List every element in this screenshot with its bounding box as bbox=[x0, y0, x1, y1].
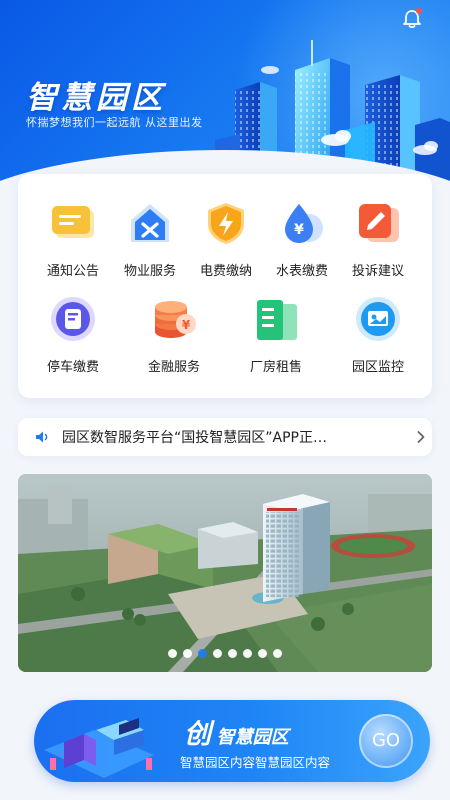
water-bill-icon: ¥ bbox=[277, 198, 327, 248]
service-electricity[interactable]: 电费缴纳 bbox=[188, 198, 264, 288]
notification-bell-icon[interactable] bbox=[401, 8, 423, 30]
carousel-dot[interactable] bbox=[198, 649, 207, 658]
service-parking[interactable]: 停车缴费 bbox=[35, 294, 111, 384]
go-button[interactable]: GO bbox=[359, 714, 413, 768]
complaint-icon bbox=[353, 198, 403, 248]
carousel-dot[interactable] bbox=[228, 649, 237, 658]
service-label: 水表缴费 bbox=[275, 264, 328, 279]
promo-title-main: 创 bbox=[184, 719, 211, 750]
carousel-dot[interactable] bbox=[168, 649, 177, 658]
service-label: 通知公告 bbox=[46, 264, 99, 279]
svg-text:¥: ¥ bbox=[182, 318, 191, 332]
service-label: 物业服务 bbox=[123, 264, 176, 279]
service-label: 电费缴纳 bbox=[199, 264, 252, 279]
service-announcement[interactable]: 通知公告 bbox=[35, 198, 111, 288]
service-water[interactable]: ¥ 水表缴费 bbox=[264, 198, 340, 288]
service-property[interactable]: 物业服务 bbox=[112, 198, 188, 288]
app-slogan: 怀揣梦想我们一起远航 从这里出发 bbox=[26, 116, 203, 129]
isometric-tech-illustration bbox=[44, 718, 154, 778]
service-label: 停车缴费 bbox=[46, 360, 99, 375]
park-aerial-photo bbox=[18, 474, 432, 672]
park-monitor-icon bbox=[353, 294, 403, 344]
promo-title-rest: 智慧园区 bbox=[216, 727, 289, 748]
factory-lease-icon bbox=[251, 294, 301, 344]
service-park-monitor[interactable]: 园区监控 bbox=[340, 294, 416, 384]
service-label: 金融服务 bbox=[147, 360, 200, 375]
service-factory-lease[interactable]: 厂房租售 bbox=[238, 294, 314, 384]
notice-text: 园区数智服务平台“国投智慧园区”APP正… bbox=[62, 430, 327, 446]
service-complaint[interactable]: 投诉建议 bbox=[340, 198, 416, 288]
app-title: 智慧园区 bbox=[26, 80, 166, 116]
banner-carousel[interactable] bbox=[18, 474, 432, 672]
electricity-bill-icon bbox=[201, 198, 251, 248]
services-panel: 通知公告 物业服务 电费缴纳 ¥ 水表缴费 投诉建议 停车缴费 ¥ 金融服务 厂… bbox=[18, 174, 432, 398]
carousel-indicator[interactable] bbox=[18, 649, 432, 658]
property-service-icon bbox=[125, 198, 175, 248]
smart-park-promo-banner[interactable]: 创 智慧园区 智慧园区内容智慧园区内容 GO bbox=[34, 700, 430, 782]
service-label: 园区监控 bbox=[351, 360, 404, 375]
parking-fee-icon bbox=[48, 294, 98, 344]
svg-text:¥: ¥ bbox=[294, 222, 304, 238]
speaker-icon bbox=[36, 431, 48, 443]
notification-dot bbox=[416, 8, 422, 14]
carousel-dot[interactable] bbox=[243, 649, 252, 658]
carousel-dot[interactable] bbox=[213, 649, 222, 658]
carousel-dot[interactable] bbox=[273, 649, 282, 658]
carousel-dot[interactable] bbox=[258, 649, 267, 658]
announcement-icon bbox=[48, 198, 98, 248]
service-finance[interactable]: ¥ 金融服务 bbox=[136, 294, 212, 384]
promo-title: 创 智慧园区 bbox=[184, 712, 289, 751]
carousel-dot[interactable] bbox=[183, 649, 192, 658]
chevron-right-icon[interactable] bbox=[416, 430, 426, 444]
notice-bar[interactable]: 园区数智服务平台“国投智慧园区”APP正… bbox=[18, 418, 432, 456]
finance-service-icon: ¥ bbox=[149, 294, 199, 344]
promo-subtitle: 智慧园区内容智慧园区内容 bbox=[180, 755, 331, 770]
service-label: 厂房租售 bbox=[249, 360, 302, 375]
service-label: 投诉建议 bbox=[351, 264, 404, 279]
